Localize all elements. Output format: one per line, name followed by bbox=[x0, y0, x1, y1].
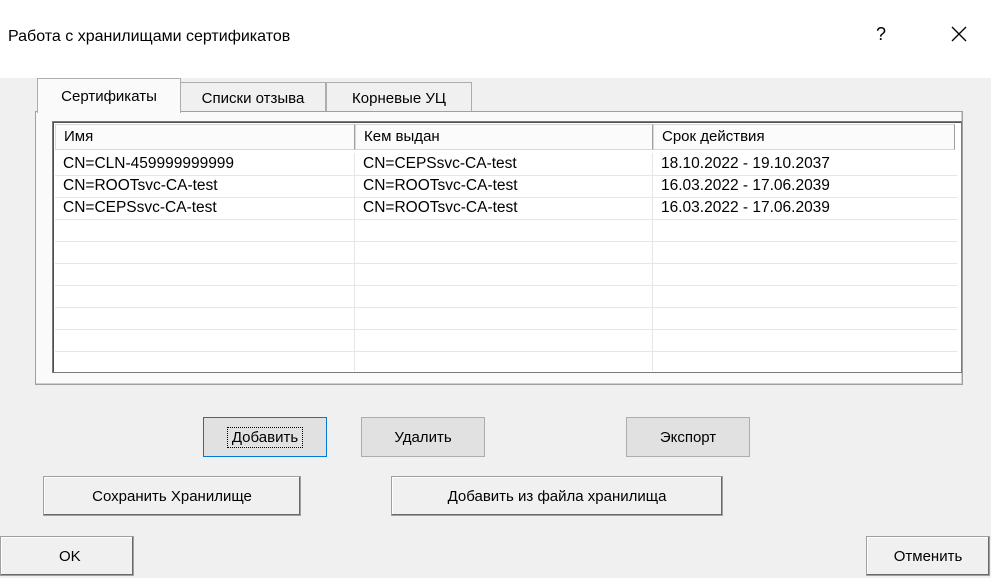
table-header: Имя Кем выдан Срок действия bbox=[55, 124, 957, 152]
save-store-button-label: Сохранить Хранилище bbox=[92, 487, 252, 505]
grid-divider bbox=[55, 329, 957, 330]
certificates-table[interactable]: Имя Кем выдан Срок действия CN=CLN-45999… bbox=[52, 121, 962, 373]
tab-label: Списки отзыва bbox=[201, 89, 305, 107]
grid-divider bbox=[55, 307, 957, 308]
add-from-file-button-label: Добавить из файла хранилища bbox=[447, 487, 667, 505]
tab-label: Корневые УЦ bbox=[352, 89, 446, 107]
help-icon: ? bbox=[875, 23, 886, 44]
close-button[interactable] bbox=[936, 18, 982, 50]
ok-button[interactable]: OK bbox=[0, 536, 134, 576]
add-from-file-button[interactable]: Добавить из файла хранилища bbox=[391, 476, 723, 516]
table-row[interactable]: CN=ROOTsvc-CA-test CN=ROOTsvc-CA-test 16… bbox=[55, 175, 957, 197]
cell-issuer: CN=CEPSsvc-CA-test bbox=[363, 155, 517, 172]
cell-validity: 16.03.2022 - 17.06.2039 bbox=[661, 177, 830, 194]
column-header-issuer[interactable]: Кем выдан bbox=[355, 124, 653, 150]
cell-issuer: CN=ROOTsvc-CA-test bbox=[363, 199, 518, 216]
grid-divider bbox=[55, 351, 957, 352]
window-title: Работа с хранилищами сертификатов bbox=[8, 28, 291, 45]
close-icon bbox=[951, 26, 967, 42]
cell-validity: 16.03.2022 - 17.06.2039 bbox=[661, 199, 830, 216]
grid-divider bbox=[55, 241, 957, 242]
ok-button-label: OK bbox=[59, 547, 81, 565]
add-button[interactable]: Добавить bbox=[203, 417, 327, 457]
grid-divider bbox=[55, 285, 957, 286]
export-button-label: Экспорт bbox=[659, 428, 717, 446]
add-button-label: Добавить bbox=[226, 426, 304, 448]
export-button[interactable]: Экспорт bbox=[626, 417, 750, 457]
cancel-button[interactable]: Отменить bbox=[866, 536, 990, 576]
delete-button[interactable]: Удалить bbox=[361, 417, 485, 457]
save-store-button[interactable]: Сохранить Хранилище bbox=[43, 476, 301, 516]
cell-name: CN=CEPSsvc-CA-test bbox=[63, 199, 217, 216]
table-row[interactable]: CN=CLN-459999999999 CN=CEPSsvc-CA-test 1… bbox=[55, 153, 957, 175]
cell-validity: 18.10.2022 - 19.10.2037 bbox=[661, 155, 830, 172]
cell-name: CN=CLN-459999999999 bbox=[63, 155, 235, 172]
tab-root-ca[interactable]: Корневые УЦ bbox=[326, 82, 472, 113]
cancel-button-label: Отменить bbox=[893, 547, 963, 565]
delete-button-label: Удалить bbox=[394, 428, 452, 446]
tab-certificates[interactable]: Сертификаты bbox=[37, 78, 181, 113]
certificate-store-dialog: Работа с хранилищами сертификатов ? Серт… bbox=[0, 0, 991, 578]
grid-divider bbox=[55, 219, 957, 220]
cell-issuer: CN=ROOTsvc-CA-test bbox=[363, 177, 518, 194]
title-bar: Работа с хранилищами сертификатов ? bbox=[0, 0, 991, 78]
cell-name: CN=ROOTsvc-CA-test bbox=[63, 177, 218, 194]
help-button[interactable]: ? bbox=[858, 18, 904, 50]
column-header-name[interactable]: Имя bbox=[55, 124, 355, 150]
tab-label: Сертификаты bbox=[61, 87, 157, 105]
table-row[interactable]: CN=CEPSsvc-CA-test CN=ROOTsvc-CA-test 16… bbox=[55, 197, 957, 219]
grid-divider bbox=[55, 263, 957, 264]
column-header-validity[interactable]: Срок действия bbox=[653, 124, 955, 150]
tab-revocation-lists[interactable]: Списки отзыва bbox=[180, 82, 326, 113]
